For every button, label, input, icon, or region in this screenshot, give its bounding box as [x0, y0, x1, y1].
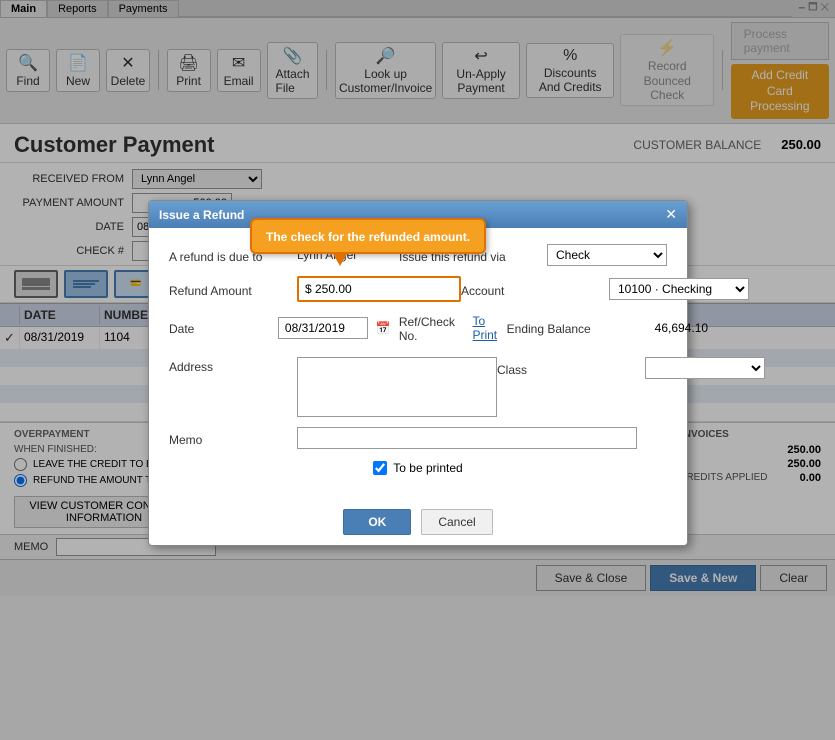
refund-amount-highlight	[297, 276, 461, 302]
modal-title: Issue a Refund	[159, 208, 244, 222]
ending-balance-value: 46,694.10	[655, 321, 708, 335]
account-label: Account	[461, 281, 601, 298]
modal-date-label: Date	[169, 319, 270, 336]
modal-ok-button[interactable]: OK	[343, 509, 411, 535]
modal-memo-input[interactable]	[297, 427, 637, 449]
address-label: Address	[169, 357, 289, 374]
tooltip-bubble: The check for the refunded amount.	[250, 218, 486, 254]
to-be-printed-checkbox[interactable]	[373, 461, 387, 475]
ref-check-label: Ref/Check No.	[399, 312, 465, 343]
account-select[interactable]: 10100 · Checking	[609, 278, 749, 300]
class-select[interactable]	[645, 357, 765, 379]
to-be-printed-label: To be printed	[393, 461, 462, 475]
ref-check-value: To Print	[472, 314, 506, 342]
refund-amount-label: Refund Amount	[169, 281, 289, 298]
modal-cancel-button[interactable]: Cancel	[421, 509, 492, 535]
modal-calendar-icon[interactable]: 📅	[376, 321, 391, 335]
class-label: Class	[497, 360, 637, 377]
modal-date-input[interactable]	[278, 317, 368, 339]
modal-overlay: The check for the refunded amount. Issue…	[0, 0, 835, 740]
modal-memo-label: Memo	[169, 430, 289, 447]
modal-close-button[interactable]: ✕	[665, 206, 677, 223]
ending-balance-label: Ending Balance	[507, 319, 647, 336]
issue-via-select[interactable]: Check	[547, 244, 667, 266]
address-input[interactable]	[297, 357, 497, 417]
refund-amount-input[interactable]	[299, 278, 459, 300]
